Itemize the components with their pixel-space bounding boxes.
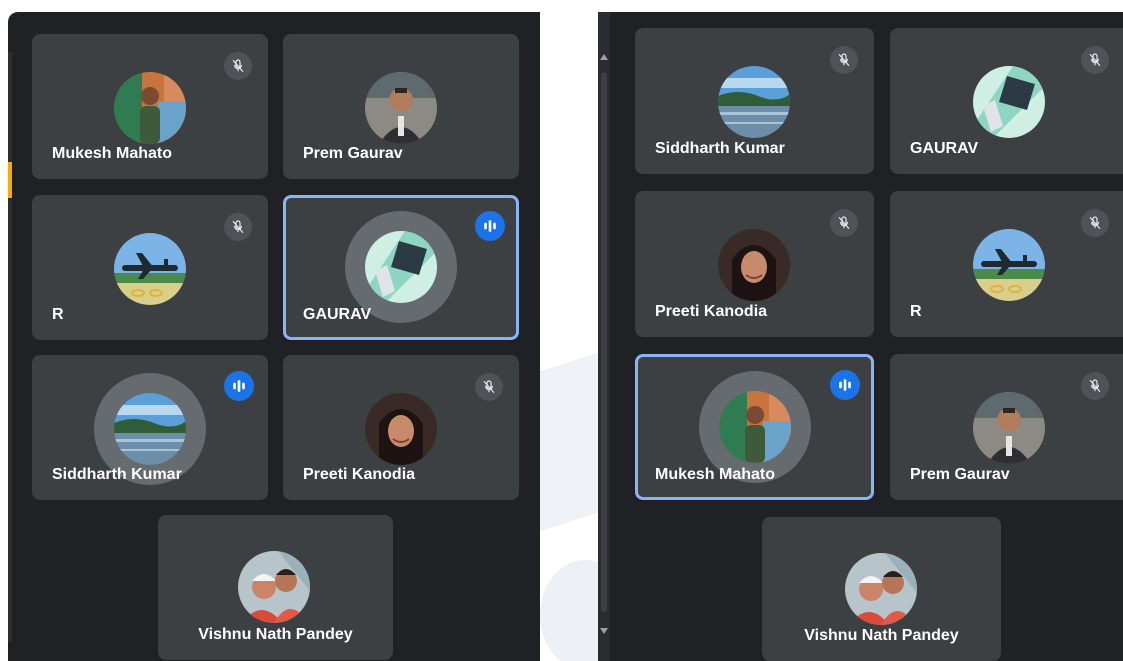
- mic-off-icon: [830, 46, 858, 74]
- avatar: [845, 553, 917, 625]
- avatar: [973, 392, 1045, 464]
- mic-off-icon: [1081, 46, 1109, 74]
- participant-name: Preeti Kanodia: [303, 466, 416, 483]
- avatar: [365, 72, 437, 144]
- avatar: [114, 72, 186, 144]
- avatar: [973, 229, 1045, 301]
- participant-tile[interactable]: Vishnu Nath Pandey: [762, 517, 1001, 661]
- participant-name: Prem Gaurav: [910, 466, 1010, 483]
- participant-tile[interactable]: Mukesh Mahato: [32, 34, 268, 179]
- participant-tile[interactable]: Prem Gaurav: [890, 354, 1123, 500]
- avatar: [718, 229, 790, 301]
- speaking-indicator-icon: [224, 371, 254, 401]
- mic-off-icon: [1081, 209, 1109, 237]
- participant-tile[interactable]: Prem Gaurav: [283, 34, 519, 179]
- speaking-indicator-icon: [475, 211, 505, 241]
- meeting-grid-right: Siddharth Kumar GAURAV Preeti Kanodia R …: [598, 12, 1123, 661]
- participant-name: Preeti Kanodia: [655, 303, 768, 320]
- mic-off-icon: [830, 209, 858, 237]
- participant-tile[interactable]: R: [32, 195, 268, 340]
- participant-name: Mukesh Mahato: [52, 145, 173, 162]
- participant-name: Vishnu Nath Pandey: [198, 626, 353, 643]
- participant-name: Siddharth Kumar: [655, 140, 785, 157]
- participant-tile[interactable]: Vishnu Nath Pandey: [158, 515, 393, 660]
- speaking-indicator-icon: [830, 370, 860, 400]
- mic-off-icon: [224, 52, 252, 80]
- screenshot-stage: Mukesh Mahato Prem Gaurav R GAURAV Siddh…: [0, 0, 1123, 661]
- mic-off-icon: [475, 373, 503, 401]
- avatar: [114, 393, 186, 465]
- avatar: [365, 231, 437, 303]
- avatar: [719, 391, 791, 463]
- participant-name: R: [910, 303, 922, 320]
- participant-tile[interactable]: Siddharth Kumar: [32, 355, 268, 500]
- side-edge-accent: [8, 162, 12, 198]
- scroll-up-arrow-icon[interactable]: [600, 54, 608, 60]
- scroll-down-arrow-icon[interactable]: [600, 628, 608, 634]
- mic-off-icon: [224, 213, 252, 241]
- participant-name: Mukesh Mahato: [655, 466, 776, 483]
- participant-name: R: [52, 306, 64, 323]
- scroll-track[interactable]: [601, 72, 607, 612]
- avatar: [973, 66, 1045, 138]
- participant-name: Prem Gaurav: [303, 145, 403, 162]
- participant-tile[interactable]: Siddharth Kumar: [635, 28, 874, 174]
- vertical-scrollbar[interactable]: [598, 12, 610, 661]
- participant-tile-active-speaker[interactable]: GAURAV: [283, 195, 519, 340]
- participant-tile[interactable]: Preeti Kanodia: [635, 191, 874, 337]
- meeting-grid-left: Mukesh Mahato Prem Gaurav R GAURAV Siddh…: [8, 12, 540, 661]
- avatar: [114, 233, 186, 305]
- participant-name: Vishnu Nath Pandey: [804, 627, 959, 644]
- participant-name: GAURAV: [910, 140, 979, 157]
- avatar: [365, 393, 437, 465]
- participant-tile[interactable]: Preeti Kanodia: [283, 355, 519, 500]
- mic-off-icon: [1081, 372, 1109, 400]
- participant-tile-active-speaker[interactable]: Mukesh Mahato: [635, 354, 874, 500]
- participant-name: Siddharth Kumar: [52, 466, 182, 483]
- side-edge: [8, 52, 12, 642]
- avatar: [238, 551, 310, 623]
- participant-name: GAURAV: [303, 306, 372, 323]
- participant-tile[interactable]: GAURAV: [890, 28, 1123, 174]
- avatar: [718, 66, 790, 138]
- participant-tile[interactable]: R: [890, 191, 1123, 337]
